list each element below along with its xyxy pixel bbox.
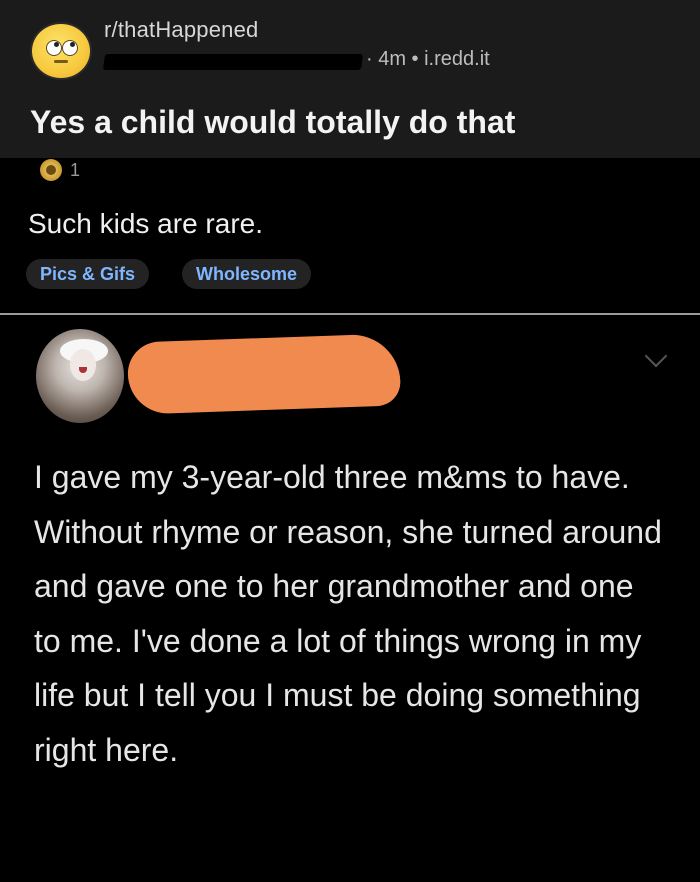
tweet-text: I gave my 3-year-old three m&ms to have.…: [34, 459, 662, 768]
post-body: Such kids are rare.: [28, 208, 263, 239]
eye-icon: [46, 40, 62, 56]
author-redaction: [126, 333, 402, 415]
chevron-down-icon[interactable]: [644, 344, 668, 368]
mouth-icon: [54, 60, 68, 63]
flair-pics-gifs[interactable]: Pics & Gifs: [26, 259, 150, 289]
flair-wholesome[interactable]: Wholesome: [182, 259, 312, 289]
award-count: 1: [70, 159, 81, 180]
subreddit-avatar-icon[interactable]: [30, 22, 92, 80]
divider: [0, 313, 700, 315]
award-icon[interactable]: [40, 159, 62, 181]
username-redaction: [102, 54, 364, 70]
post-meta-text: · 4m • i.redd.it: [366, 48, 490, 70]
post-title[interactable]: Yes a child would totally do that: [30, 104, 515, 141]
subreddit-name[interactable]: r/thatHappened: [104, 17, 258, 43]
award-row[interactable]: 1: [40, 158, 80, 182]
post-meta: · 4m • i.redd.it: [102, 48, 524, 74]
eye-icon: [62, 40, 78, 56]
tweet-avatar: [36, 329, 124, 423]
